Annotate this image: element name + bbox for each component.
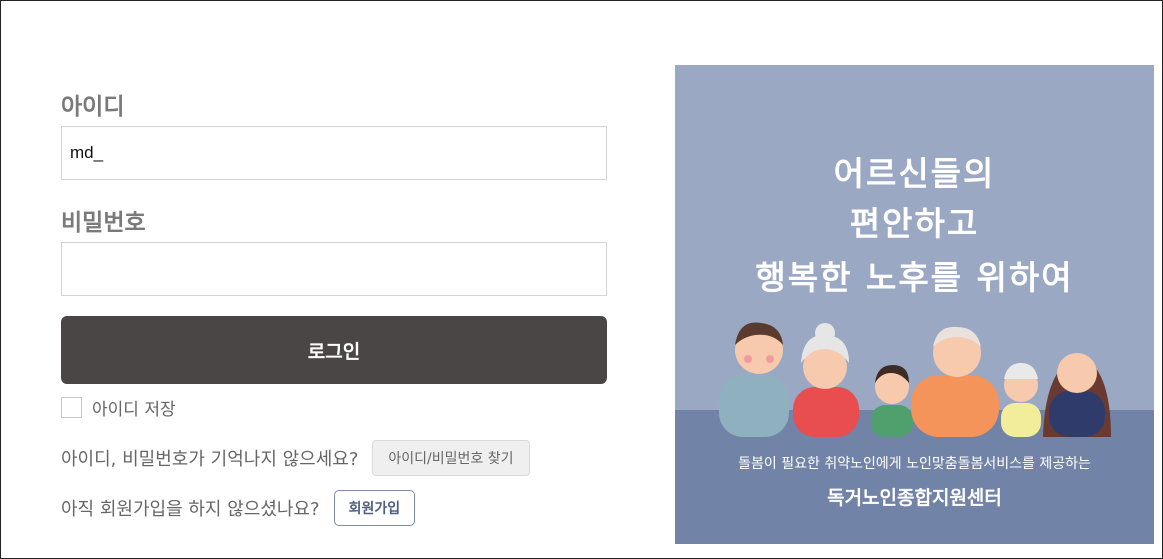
banner-headline-3: 행복한 노후를 위하여 — [755, 258, 1074, 297]
signup-text: 아직 회원가입을 하지 않으셨나요? — [61, 499, 320, 520]
grandfather-figure-icon — [911, 326, 999, 437]
signup-button[interactable]: 회원가입 — [333, 490, 416, 526]
find-account-row: 아이디, 비밀번호가 기억나지 않으세요? 아이디/비밀번호 찾기 — [61, 440, 530, 476]
id-label: 아이디 — [61, 94, 125, 120]
girl-figure-icon — [871, 365, 913, 437]
login-page: 아이디 비밀번호 로그인 아이디 저장 아이디, 비밀번호가 기억나지 않으세요… — [0, 0, 1163, 559]
banner: 어르신들의 편안하고 행복한 노후를 위하여 돌봄이 필요한 취약노인에게 노인… — [675, 65, 1154, 544]
signup-row: 아직 회원가입을 하지 않으셨나요? 회원가입 — [61, 490, 416, 526]
save-id-label[interactable]: 아이디 저장 — [92, 395, 176, 420]
forgot-text: 아이디, 비밀번호가 기억나지 않으세요? — [61, 449, 359, 470]
boy-figure-icon — [1001, 363, 1041, 437]
family-group-illustration-icon — [719, 322, 1111, 437]
banner-headline-2: 편안하고 — [849, 204, 980, 243]
banner-subtitle: 돌봄이 필요한 취약노인에게 노인맞춤돌봄서비스를 제공하는 — [738, 456, 1091, 472]
woman-figure-icon — [1043, 353, 1111, 437]
grandmother-figure-icon — [793, 323, 859, 437]
banner-center-name: 독거노인종합지원센터 — [827, 487, 1002, 509]
password-label: 비밀번호 — [61, 210, 146, 236]
password-input[interactable] — [61, 242, 607, 296]
id-input[interactable] — [61, 126, 607, 180]
save-id-checkbox[interactable] — [61, 396, 82, 418]
man-figure-icon — [719, 322, 789, 437]
find-id-password-button[interactable]: 아이디/비밀번호 찾기 — [372, 440, 530, 476]
save-id-row: 아이디 저장 — [61, 395, 176, 420]
banner-headline-1: 어르신들의 — [833, 154, 996, 193]
login-button[interactable]: 로그인 — [61, 316, 607, 384]
